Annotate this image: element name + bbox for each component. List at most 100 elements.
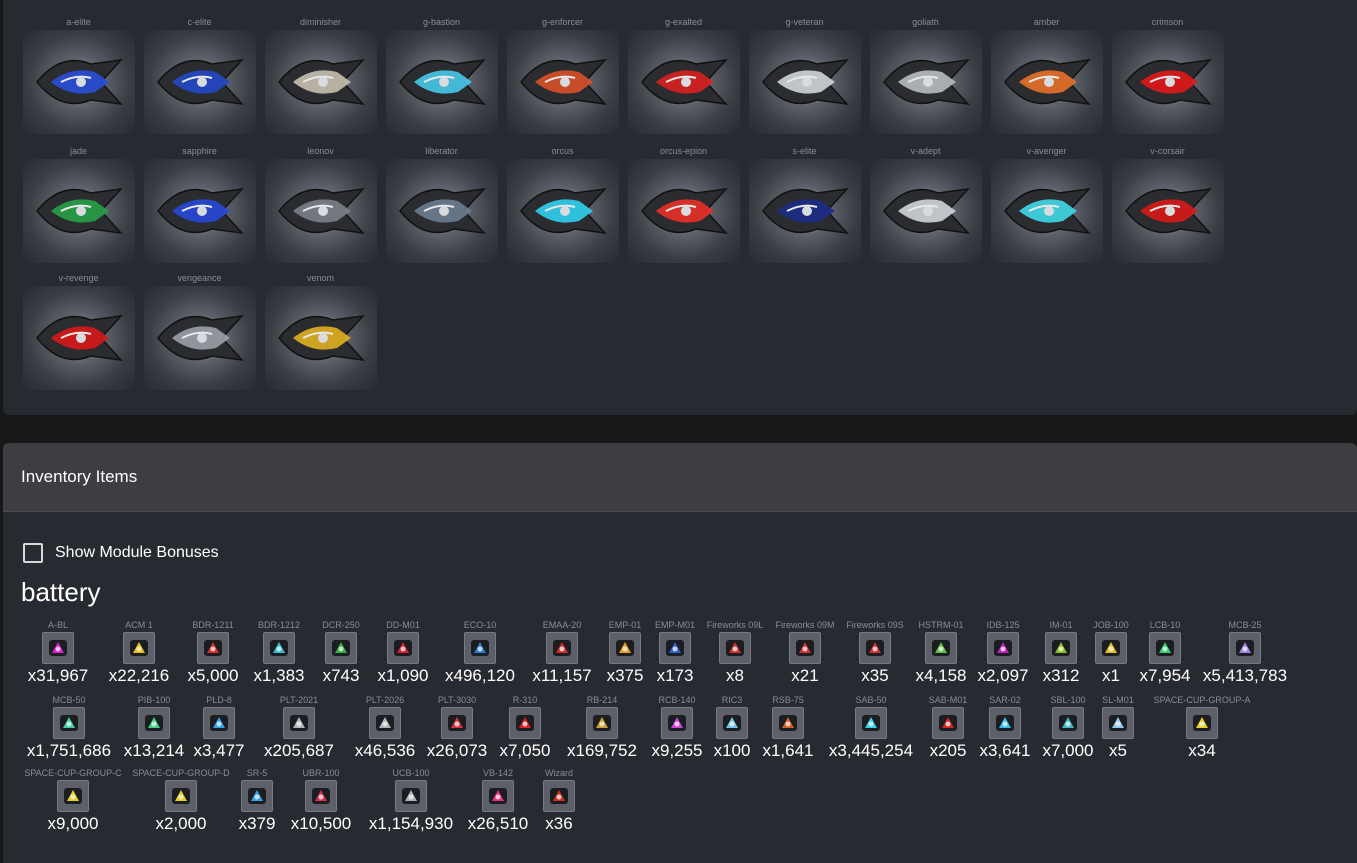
item-emp-m01[interactable]: EMP-M01 x173 <box>651 619 699 686</box>
item-bdr-1212[interactable]: BDR-1212 x1,383 <box>247 619 311 686</box>
ship-image <box>990 159 1103 263</box>
item-ric3[interactable]: RIC3 x100 <box>709 694 755 761</box>
inventory-header[interactable]: Inventory Items <box>3 443 1357 512</box>
item-plt-2021[interactable]: PLT-2021 x205,687 <box>251 694 347 761</box>
ship-name: venom <box>306 273 334 283</box>
ship-card-a-elite[interactable]: a-elite <box>18 16 139 134</box>
ship-card-orcus-epion[interactable]: orcus-epion <box>623 145 744 263</box>
ship-card-v-corsair[interactable]: v-corsair <box>1107 145 1228 263</box>
item-mcb-50[interactable]: MCB-50 x1,751,686 <box>19 694 119 761</box>
ship-card-v-avenger[interactable]: v-avenger <box>986 145 1107 263</box>
item-fireworks-09m[interactable]: Fireworks 09M x21 <box>771 619 839 686</box>
ship-icon <box>519 187 607 235</box>
item-a-bl[interactable]: A-BL x31,967 <box>19 619 97 686</box>
item-count: x35 <box>861 666 889 685</box>
show-module-bonuses-label: Show Module Bonuses <box>55 544 219 561</box>
item-icon <box>241 780 273 812</box>
item-fireworks-09l[interactable]: Fireworks 09L x8 <box>701 619 769 686</box>
ship-card-g-bastion[interactable]: g-bastion <box>381 16 502 134</box>
ship-name: orcus <box>551 146 574 156</box>
ship-icon <box>156 187 244 235</box>
item-plt-2026[interactable]: PLT-2026 x46,536 <box>349 694 421 761</box>
show-module-bonuses-toggle[interactable]: Show Module Bonuses <box>23 543 219 563</box>
item-count: x3,641 <box>979 741 1031 760</box>
item-fireworks-09s[interactable]: Fireworks 09S x35 <box>841 619 909 686</box>
item-space-cup-group-a[interactable]: SPACE-CUP-GROUP-A x34 <box>1137 694 1267 761</box>
item-label: RCB-140 <box>658 695 696 705</box>
ship-name: v-revenge <box>58 273 99 283</box>
item-plt-3030[interactable]: PLT-3030 x26,073 <box>423 694 491 761</box>
ship-card-amber[interactable]: amber <box>986 16 1107 134</box>
item-emp-01[interactable]: EMP-01 x375 <box>601 619 649 686</box>
item-dcr-250[interactable]: DCR-250 x743 <box>313 619 369 686</box>
item-icon <box>369 707 401 739</box>
item-sbl-100[interactable]: SBL-100 x7,000 <box>1037 694 1099 761</box>
item-rb-214[interactable]: RB-214 x169,752 <box>559 694 645 761</box>
item-rsb-75[interactable]: RSB-75 x1,641 <box>757 694 819 761</box>
item-wizard[interactable]: Wizard x36 <box>537 767 581 834</box>
ship-card-venom[interactable]: venom <box>260 272 381 390</box>
ship-card-orcus[interactable]: orcus <box>502 145 623 263</box>
item-count: x743 <box>322 666 360 685</box>
item-ucb-100[interactable]: UCB-100 x1,154,930 <box>363 767 459 834</box>
item-icon <box>1095 632 1127 664</box>
ship-card-v-revenge[interactable]: v-revenge <box>18 272 139 390</box>
ship-card-crimson[interactable]: crimson <box>1107 16 1228 134</box>
item-acm-1[interactable]: ACM 1 x22,216 <box>99 619 179 686</box>
item-dd-m01[interactable]: DD-M01 x1,090 <box>371 619 435 686</box>
item-sr-5[interactable]: SR-5 x379 <box>235 767 279 834</box>
item-rcb-140[interactable]: RCB-140 x9,255 <box>647 694 707 761</box>
ship-icon <box>398 187 486 235</box>
item-job-100[interactable]: JOB-100 x1 <box>1089 619 1133 686</box>
item-bdr-1211[interactable]: BDR-1211 x5,000 <box>181 619 245 686</box>
item-ubr-100[interactable]: UBR-100 x10,500 <box>281 767 361 834</box>
item-hstrm-01[interactable]: HSTRM-01 x4,158 <box>911 619 971 686</box>
item-idb-125[interactable]: IDB-125 x2,097 <box>973 619 1033 686</box>
ship-card-leonov[interactable]: leonov <box>260 145 381 263</box>
ship-card-g-veteran[interactable]: g-veteran <box>744 16 865 134</box>
ship-card-vengeance[interactable]: vengeance <box>139 272 260 390</box>
item-label: PLT-2021 <box>279 695 319 705</box>
ship-icon <box>398 58 486 106</box>
ship-icon <box>156 314 244 362</box>
item-pib-100[interactable]: PIB-100 x13,214 <box>121 694 187 761</box>
item-label: Wizard <box>544 768 573 778</box>
ship-card-goliath[interactable]: goliath <box>865 16 986 134</box>
ship-card-diminisher[interactable]: diminisher <box>260 16 381 134</box>
ship-image <box>385 159 498 263</box>
item-emaa-20[interactable]: EMAA-20 x11,157 <box>525 619 599 686</box>
item-vb-142[interactable]: VB-142 x26,510 <box>461 767 535 834</box>
item-eco-10[interactable]: ECO-10 x496,120 <box>437 619 523 686</box>
ship-card-liberator[interactable]: liberator <box>381 145 502 263</box>
ship-card-v-adept[interactable]: v-adept <box>865 145 986 263</box>
item-label: DD-M01 <box>386 620 420 630</box>
item-mcb-25[interactable]: MCB-25 x5,413,783 <box>1197 619 1293 686</box>
ship-card-s-elite[interactable]: s-elite <box>744 145 865 263</box>
item-r-310[interactable]: R-310 x7,050 <box>493 694 557 761</box>
item-sab-50[interactable]: SAB-50 x3,445,254 <box>821 694 921 761</box>
ammo-icon <box>1156 640 1174 656</box>
item-icon <box>325 632 357 664</box>
ship-image <box>627 30 740 134</box>
ship-card-sapphire[interactable]: sapphire <box>139 145 260 263</box>
item-count: x26,510 <box>467 814 529 833</box>
item-sab-m01[interactable]: SAB-M01 x205 <box>923 694 973 761</box>
item-icon <box>53 707 85 739</box>
item-space-cup-group-d[interactable]: SPACE-CUP-GROUP-D x2,000 <box>129 767 233 834</box>
ship-card-g-exalted[interactable]: g-exalted <box>623 16 744 134</box>
ship-icon <box>1003 58 1091 106</box>
item-space-cup-group-c[interactable]: SPACE-CUP-GROUP-C x9,000 <box>19 767 127 834</box>
ship-card-g-enforcer[interactable]: g-enforcer <box>502 16 623 134</box>
ship-card-jade[interactable]: jade <box>18 145 139 263</box>
ship-icon <box>1124 187 1212 235</box>
item-lcb-10[interactable]: LCB-10 x7,954 <box>1135 619 1195 686</box>
item-label: LCB-10 <box>1149 620 1181 630</box>
item-sar-02[interactable]: SAR-02 x3,641 <box>975 694 1035 761</box>
item-pld-8[interactable]: PLD-8 x3,477 <box>189 694 249 761</box>
show-module-bonuses-checkbox[interactable] <box>23 543 43 563</box>
item-sl-m01[interactable]: SL-M01 x5 <box>1101 694 1135 761</box>
item-im-01[interactable]: IM-01 x312 <box>1035 619 1087 686</box>
ship-icon <box>277 187 365 235</box>
ship-card-c-elite[interactable]: c-elite <box>139 16 260 134</box>
ship-image <box>143 30 256 134</box>
